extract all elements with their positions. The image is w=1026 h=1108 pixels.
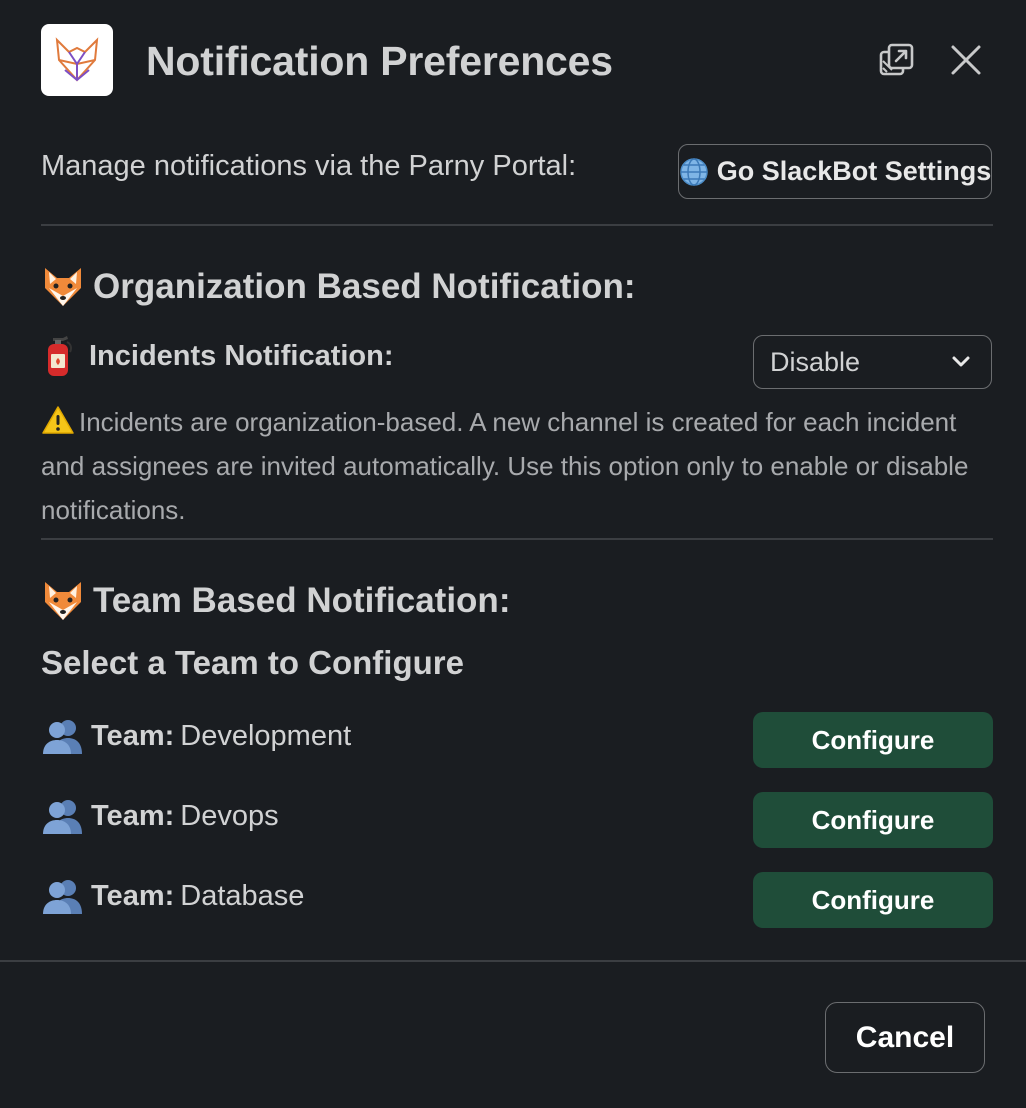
fox-logo-icon — [41, 24, 113, 96]
team-row: Team: Devops Configure — [41, 792, 993, 848]
fire-extinguisher-icon — [41, 334, 75, 378]
team-prefix: Team: — [91, 719, 175, 752]
configure-button[interactable]: Configure — [753, 872, 993, 928]
divider — [41, 224, 993, 226]
incidents-notification-label: Incidents Notification: — [41, 334, 394, 378]
slackbot-settings-button[interactable]: Go SlackBot Settings — [678, 144, 992, 199]
notification-preferences-modal: Notification Preferences Manage notifica… — [0, 0, 1026, 1108]
team-heading-text: Team Based Notification: — [93, 581, 511, 620]
team-name: Development — [180, 719, 352, 752]
incidents-label-text: Incidents Notification: — [89, 339, 394, 372]
divider — [41, 538, 993, 540]
select-team-subheading: Select a Team to Configure — [41, 644, 464, 681]
close-icon — [951, 45, 981, 75]
team-name: Devops — [180, 799, 279, 832]
configure-button[interactable]: Configure — [753, 792, 993, 848]
busts-in-silhouette-icon — [41, 878, 85, 914]
modal-header: Notification Preferences — [41, 24, 986, 96]
popout-button[interactable] — [877, 40, 917, 80]
warning-text: Incidents are organization-based. A new … — [41, 407, 969, 525]
globe-icon — [679, 157, 709, 187]
incidents-notification-select[interactable]: Disable — [753, 335, 992, 389]
organization-heading-text: Organization Based Notification: — [93, 267, 636, 306]
fox-face-icon — [41, 580, 85, 622]
page-title: Notification Preferences — [146, 38, 613, 84]
incidents-warning: Incidents are organization-based. A new … — [41, 400, 1001, 532]
team-label: Team: Database — [41, 878, 304, 914]
team-name: Database — [180, 879, 305, 912]
configure-button[interactable]: Configure — [753, 712, 993, 768]
close-button[interactable] — [946, 40, 986, 80]
busts-in-silhouette-icon — [41, 718, 85, 754]
cancel-button[interactable]: Cancel — [825, 1002, 985, 1073]
busts-in-silhouette-icon — [41, 798, 85, 834]
select-value: Disable — [770, 346, 861, 377]
team-prefix: Team: — [91, 879, 175, 912]
team-prefix: Team: — [91, 799, 175, 832]
organization-heading: Organization Based Notification: — [41, 266, 636, 308]
chevron-down-icon — [952, 356, 970, 367]
team-heading: Team Based Notification: — [41, 580, 510, 622]
team-label: Team: Development — [41, 718, 351, 754]
slackbot-settings-label: Go SlackBot Settings — [716, 156, 992, 186]
team-label: Team: Devops — [41, 798, 279, 834]
footer-divider — [0, 960, 1026, 962]
popout-icon — [879, 43, 914, 76]
warning-icon — [41, 405, 75, 435]
fox-face-icon — [41, 266, 85, 308]
team-row: Team: Database Configure — [41, 872, 993, 928]
team-row: Team: Development Configure — [41, 712, 993, 768]
portal-description: Manage notifications via the Parny Porta… — [41, 150, 577, 182]
